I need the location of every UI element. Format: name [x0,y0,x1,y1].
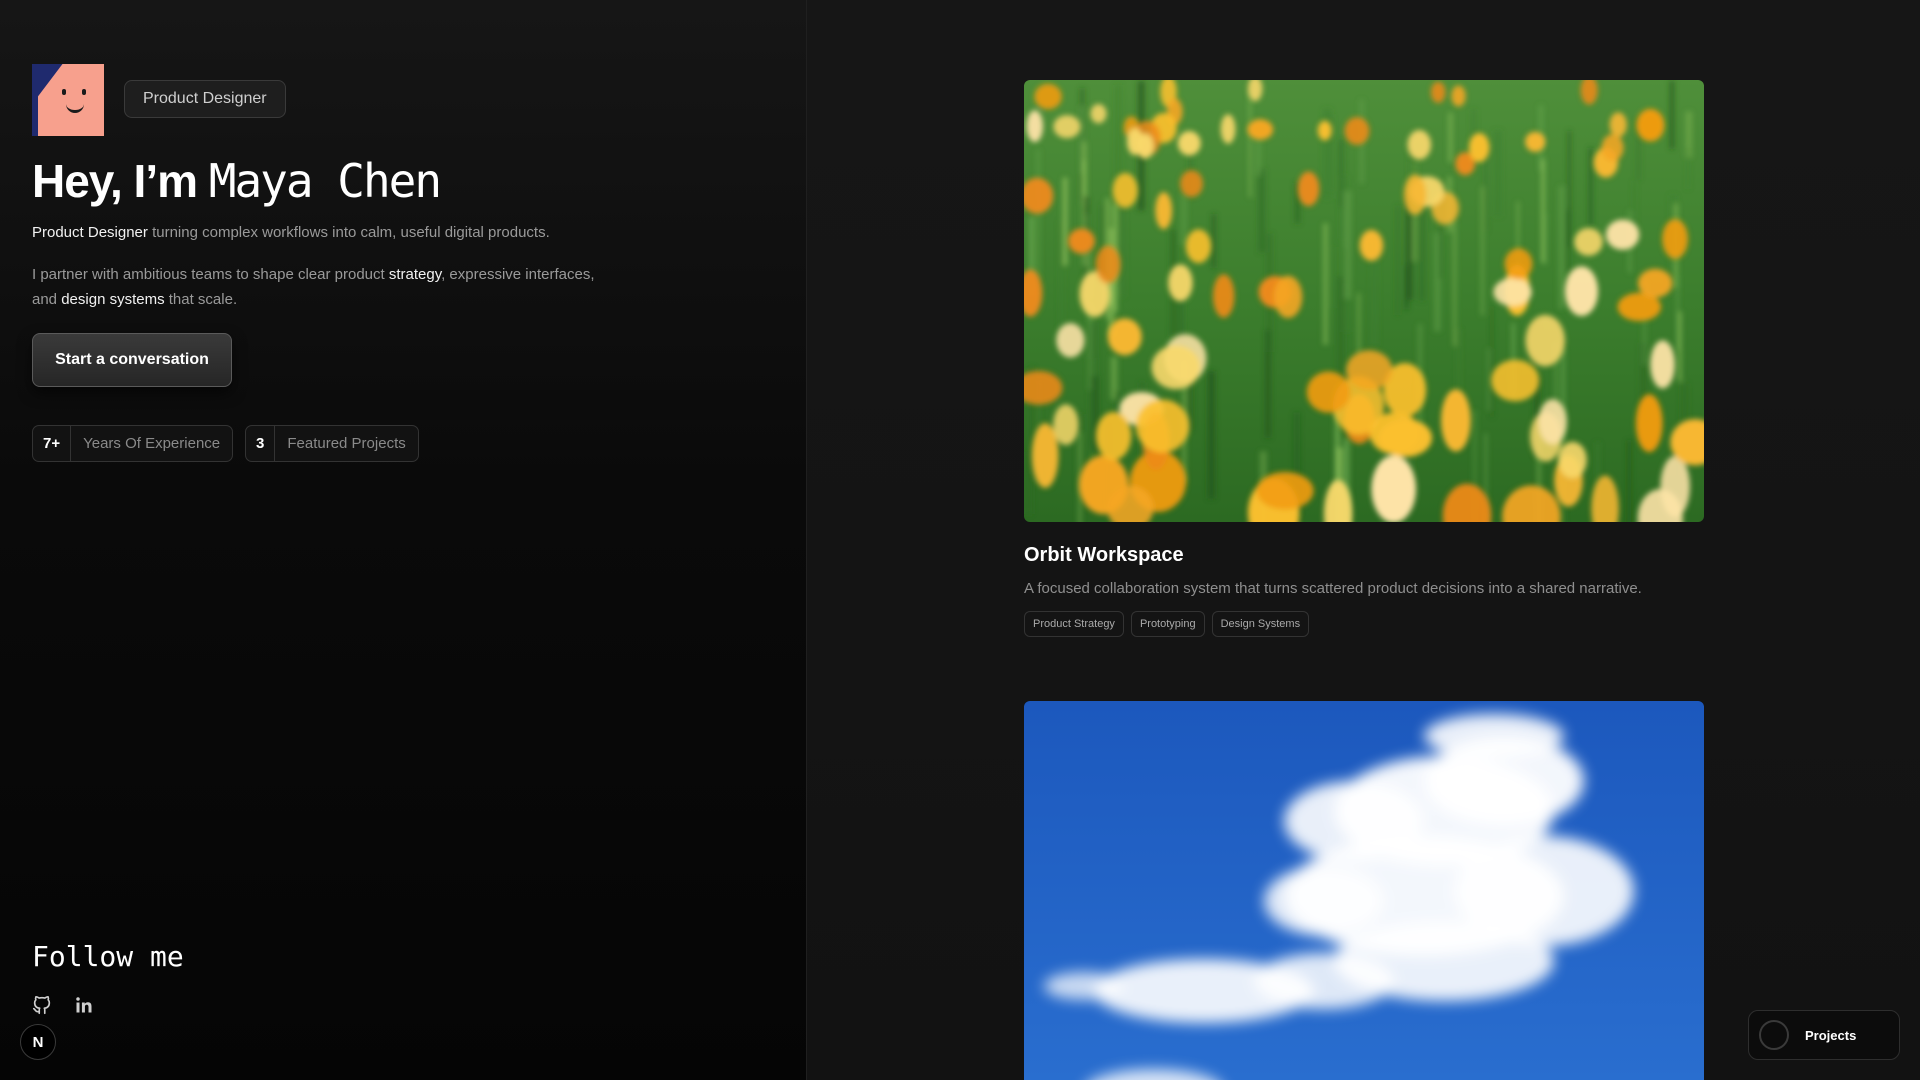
tagline-highlight: Product Designer [32,224,148,241]
progress-ring-icon [1759,1020,1789,1050]
intro-panel: Product Designer Hey, I’m Maya Chen Prod… [0,0,807,1080]
start-conversation-button[interactable]: Start a conversation [32,333,232,387]
project-tag: Design Systems [1211,611,1310,637]
stat-value: 3 [246,426,276,461]
stat-label: Featured Projects [287,435,406,452]
flower-field-image [1024,80,1704,522]
projects-nav-button[interactable]: Projects [1748,1010,1900,1060]
bio-text-1: I partner with ambitious teams to shape … [32,266,389,283]
linkedin-link[interactable] [73,994,95,1016]
project-description: A focused collaboration system that turn… [1024,580,1642,597]
avatar-face [38,64,104,136]
project-tag: Product Strategy [1024,611,1124,637]
projects-panel: Orbit Workspace A focused collaboration … [807,0,1920,1080]
stat-value: 7+ [33,426,72,461]
stat-experience: 7+ Years Of Experience [32,425,234,462]
stat-projects: 3 Featured Projects [245,425,419,462]
github-icon [32,995,51,1015]
hero-greeting: Hey, I’m [32,155,198,207]
bio-highlight-strategy: strategy [388,266,442,283]
stat-label: Years Of Experience [83,435,221,452]
projects-nav-label: Projects [1805,1027,1857,1043]
project-tag: Prototyping [1130,611,1205,637]
avatar-mouth [66,102,84,113]
tagline: Product Designer turning complex workflo… [32,224,550,241]
bio: I partner with ambitious teams to shape … [32,262,622,312]
avatar-eye-left [62,89,66,95]
github-link[interactable] [31,994,53,1016]
tagline-text: turning complex workflows into calm, use… [147,224,550,241]
sky-clouds-image [1024,701,1704,1080]
n-badge-button[interactable]: N [20,1024,56,1060]
bio-highlight-design-systems: design systems [61,291,165,308]
avatar-eye-right [82,89,86,95]
linkedin-icon [76,997,92,1013]
role-badge: Product Designer [124,80,286,118]
hero-name: Maya Chen [208,154,442,208]
project-image-flowers[interactable] [1024,80,1704,522]
avatar [32,64,104,136]
project-title[interactable]: Orbit Workspace [1024,544,1184,567]
follow-title: Follow me [32,940,184,973]
project-tags: Product Strategy Prototyping Design Syst… [1024,611,1310,637]
bio-text-3: that scale. [164,291,238,308]
hero-title: Hey, I’m Maya Chen [32,154,442,208]
project-image-sky[interactable] [1024,701,1704,1080]
